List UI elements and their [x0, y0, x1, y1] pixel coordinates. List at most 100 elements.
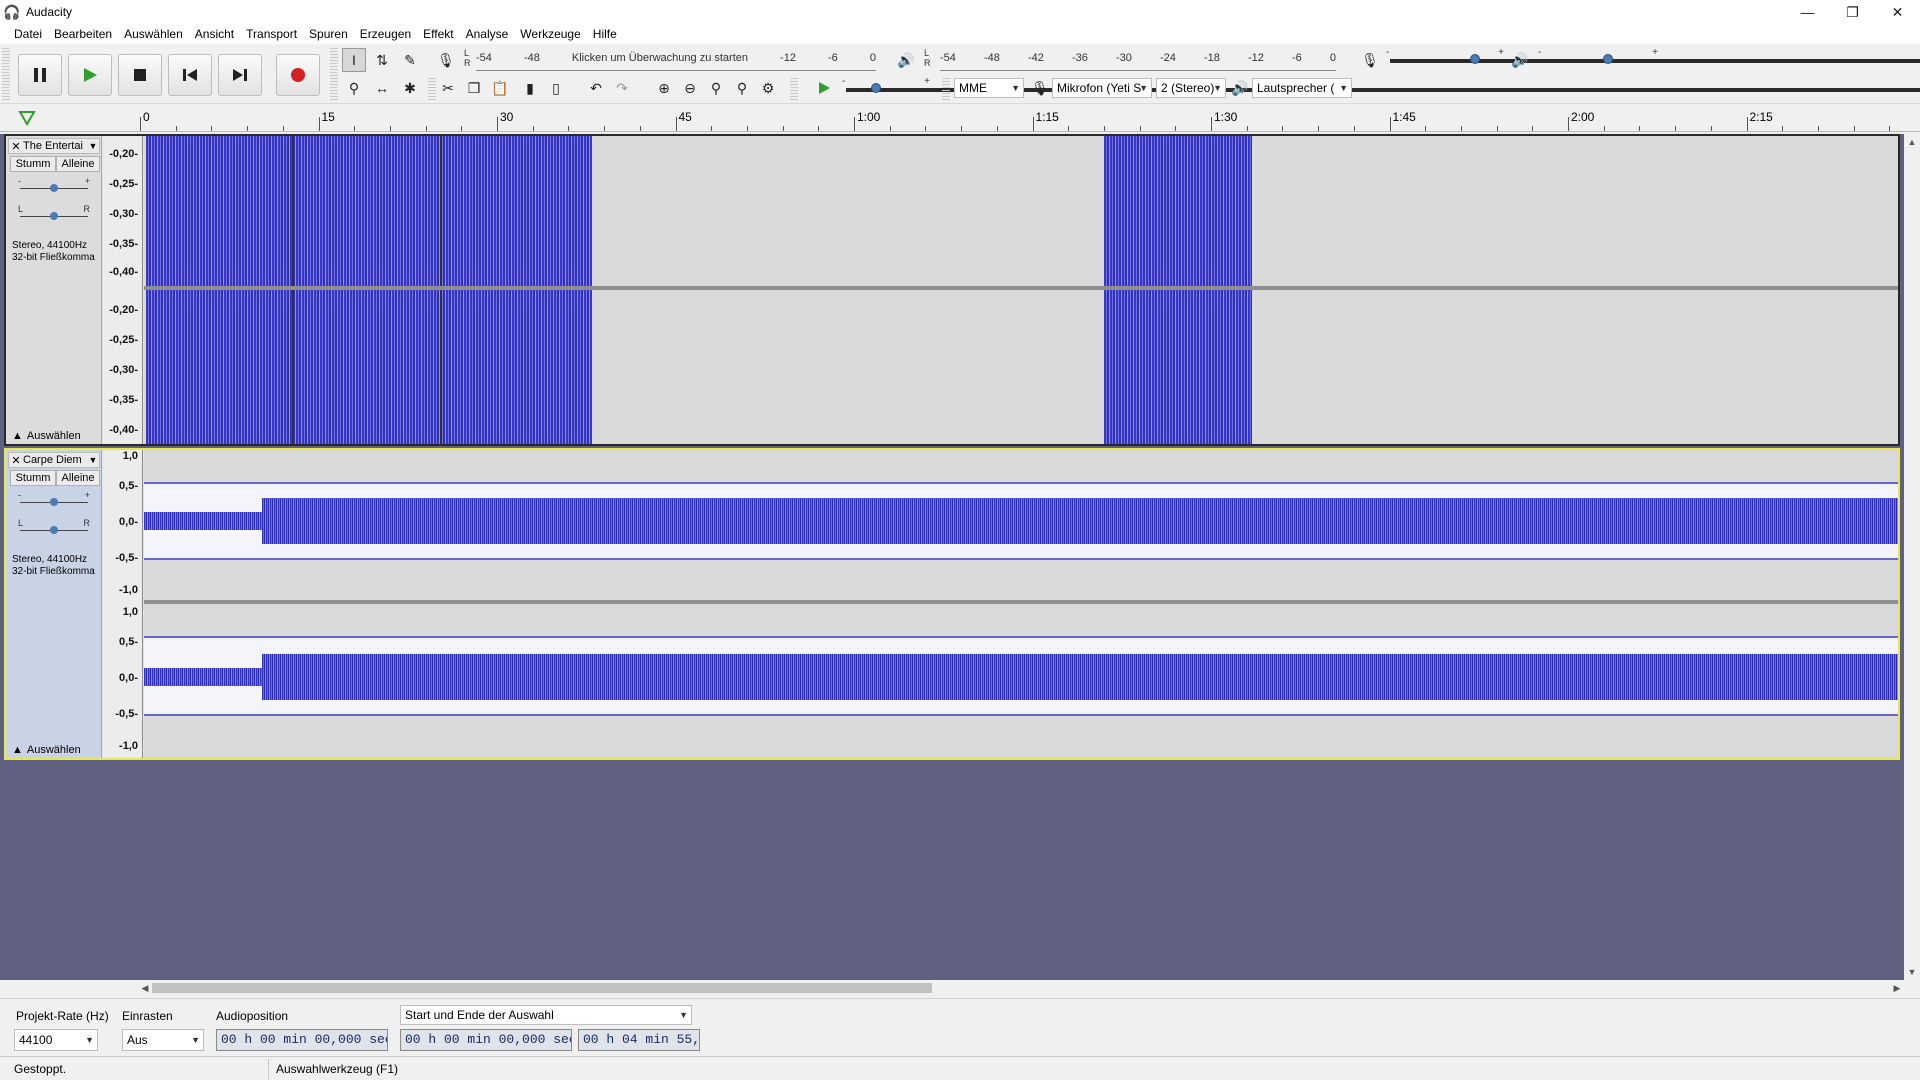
input-channels-select[interactable]: 2 (Stereo) ▼	[1156, 78, 1226, 98]
menu-auswaehlen[interactable]: Auswählen	[118, 24, 189, 44]
skip-to-end-button[interactable]	[218, 54, 262, 96]
minimize-icon[interactable]: —	[1785, 0, 1830, 24]
cut-button[interactable]: ✂	[436, 76, 460, 100]
mute-button[interactable]: Stumm	[10, 156, 56, 172]
menu-erzeugen[interactable]: Erzeugen	[354, 24, 417, 44]
vertical-scrollbar[interactable]: ▲ ▼	[1904, 134, 1920, 980]
record-volume-thumb[interactable]	[1470, 54, 1480, 64]
playback-meter[interactable]: -54 -48 -42 -36 -30 -24 -18 -12 -6 0	[940, 50, 1336, 72]
zoom-toggle-button[interactable]: ⚙	[756, 76, 780, 100]
edit-toolbar-grip[interactable]	[428, 76, 436, 100]
record-meter[interactable]: -54 -48 Klicken um Überwachung zu starte…	[476, 50, 876, 72]
scroll-left-icon[interactable]: ◀	[138, 980, 152, 996]
pan-slider[interactable]: LR	[18, 518, 90, 538]
track-control-panel[interactable]: ✕ Carpe Diem ▼ Stumm Alleine - + LR Stere…	[6, 450, 102, 758]
paste-button[interactable]: 📋	[488, 76, 512, 100]
track-name-button[interactable]: The Entertai	[23, 140, 87, 152]
menu-analyse[interactable]: Analyse	[460, 24, 515, 44]
playback-volume-slider[interactable]: - +	[1536, 47, 1920, 69]
audio-track-1[interactable]: ✕ The Entertai ▼ Stumm Alleine - + LR Ste…	[4, 134, 1900, 446]
gain-slider[interactable]: - +	[18, 490, 90, 510]
envelope-tool-button[interactable]: ⇅	[370, 48, 394, 72]
collapse-icon[interactable]: ▲	[12, 744, 23, 756]
menu-ansicht[interactable]: Ansicht	[189, 24, 240, 44]
waveform-area[interactable]	[144, 136, 1898, 444]
play-speed-slider[interactable]: - +	[840, 76, 1920, 98]
audio-host-select[interactable]: MME ▼	[954, 78, 1024, 98]
tools-toolbar-grip[interactable]	[330, 48, 338, 100]
channel-right[interactable]	[144, 290, 1898, 444]
vertical-ruler[interactable]: -0,20- -0,25- -0,30- -0,35- -0,40- -0,20…	[103, 136, 143, 444]
gain-slider[interactable]: - +	[18, 176, 90, 196]
vertical-ruler[interactable]: 1,0 0,5- 0,0- -0,5- -1,0 1,0 0,5- 0,0- -…	[103, 450, 143, 758]
scroll-up-icon[interactable]: ▲	[1904, 134, 1920, 150]
undo-button[interactable]: ↶	[584, 76, 608, 100]
transport-toolbar-grip[interactable]	[2, 48, 10, 100]
menu-hilfe[interactable]: Hilfe	[587, 24, 623, 44]
close-icon[interactable]: ✕	[1875, 0, 1920, 24]
time-shift-tool-button[interactable]: ↔	[370, 76, 394, 100]
record-button[interactable]	[276, 54, 320, 96]
timeline-menu-icon[interactable]	[18, 110, 36, 129]
zoom-in-button[interactable]: ⊕	[652, 76, 676, 100]
audio-clip[interactable]	[146, 290, 592, 444]
selection-mode-select[interactable]: Start und Ende der Auswahl ▼	[400, 1005, 692, 1025]
solo-button[interactable]: Alleine	[56, 156, 100, 172]
track-select-button[interactable]: ▲ Auswählen	[12, 744, 81, 756]
audio-clip[interactable]	[1104, 290, 1252, 444]
track-menu-icon[interactable]: ▼	[87, 455, 99, 465]
record-meter-prompt[interactable]: Klicken um Überwachung zu starten	[572, 52, 748, 64]
menu-transport[interactable]: Transport	[240, 24, 303, 44]
menu-bearbeiten[interactable]: Bearbeiten	[48, 24, 118, 44]
menu-datei[interactable]: Datei	[8, 24, 48, 44]
draw-tool-button[interactable]: ✎	[398, 48, 422, 72]
track-close-icon[interactable]: ✕	[9, 140, 23, 153]
menu-spuren[interactable]: Spuren	[303, 24, 354, 44]
selection-end-time[interactable]: 00 h 04 min 55,05	[578, 1029, 700, 1051]
play-meter-speaker-button[interactable]: 🔊	[894, 48, 918, 72]
menu-werkzeuge[interactable]: Werkzeuge	[514, 24, 586, 44]
channel-left[interactable]	[144, 450, 1898, 600]
scroll-down-icon[interactable]: ▼	[1904, 964, 1920, 980]
selection-start-time[interactable]: 00 h 00 min 00,000 sec	[400, 1029, 572, 1051]
horizontal-scrollbar[interactable]: ◀ ▶	[138, 980, 1904, 996]
scroll-right-icon[interactable]: ▶	[1890, 980, 1904, 996]
timeline-ruler[interactable]: 0 15 30 45 1:00 1:15 1:30 1:45 2:00 2:15	[0, 106, 1920, 132]
snap-select[interactable]: Aus ▼	[122, 1029, 204, 1051]
channel-left[interactable]	[144, 136, 1898, 286]
channel-right[interactable]	[144, 604, 1898, 758]
menu-effekt[interactable]: Effekt	[417, 24, 459, 44]
zoom-tool-button[interactable]: ⚲	[342, 76, 366, 100]
track-menu-icon[interactable]: ▼	[87, 141, 99, 151]
collapse-icon[interactable]: ▲	[12, 430, 23, 442]
skip-to-start-button[interactable]	[168, 54, 212, 96]
stop-button[interactable]	[118, 54, 162, 96]
silence-button[interactable]: ▯	[544, 76, 568, 100]
multi-tool-button[interactable]: ✱	[398, 76, 422, 100]
redo-button[interactable]: ↷	[610, 76, 634, 100]
track-control-panel[interactable]: ✕ The Entertai ▼ Stumm Alleine - + LR Ste…	[6, 136, 102, 444]
play-button[interactable]	[68, 54, 112, 96]
record-volume-slider[interactable]: - +	[1384, 47, 1920, 69]
audio-clip[interactable]	[1104, 136, 1252, 286]
track-select-button[interactable]: ▲ Auswählen	[12, 430, 81, 442]
device-toolbar-grip[interactable]	[942, 76, 950, 100]
input-device-select[interactable]: Mikrofon (Yeti S ▼	[1052, 78, 1152, 98]
trim-button[interactable]: ▮	[518, 76, 542, 100]
project-rate-select[interactable]: 44100 ▼	[14, 1029, 98, 1051]
track-name-button[interactable]: Carpe Diem	[23, 454, 87, 466]
fit-selection-button[interactable]: ⚲	[704, 76, 728, 100]
record-meter-mic-button[interactable]: 🎙	[434, 48, 458, 72]
play-at-speed-button[interactable]	[812, 76, 836, 100]
waveform-area[interactable]	[144, 450, 1898, 758]
copy-button[interactable]: ❐	[462, 76, 486, 100]
play-speed-thumb[interactable]	[870, 83, 881, 93]
restore-icon[interactable]: ❐	[1830, 0, 1875, 24]
zoom-out-button[interactable]: ⊖	[678, 76, 702, 100]
solo-button[interactable]: Alleine	[56, 470, 100, 486]
selection-tool-button[interactable]: I	[342, 48, 366, 72]
tracks-area[interactable]: ✕ The Entertai ▼ Stumm Alleine - + LR Ste…	[0, 134, 1904, 980]
audio-position-time[interactable]: 00 h 00 min 00,000 sec	[216, 1029, 388, 1051]
audio-clip[interactable]	[146, 136, 592, 286]
output-device-select[interactable]: Lautsprecher (▼	[1252, 78, 1352, 98]
